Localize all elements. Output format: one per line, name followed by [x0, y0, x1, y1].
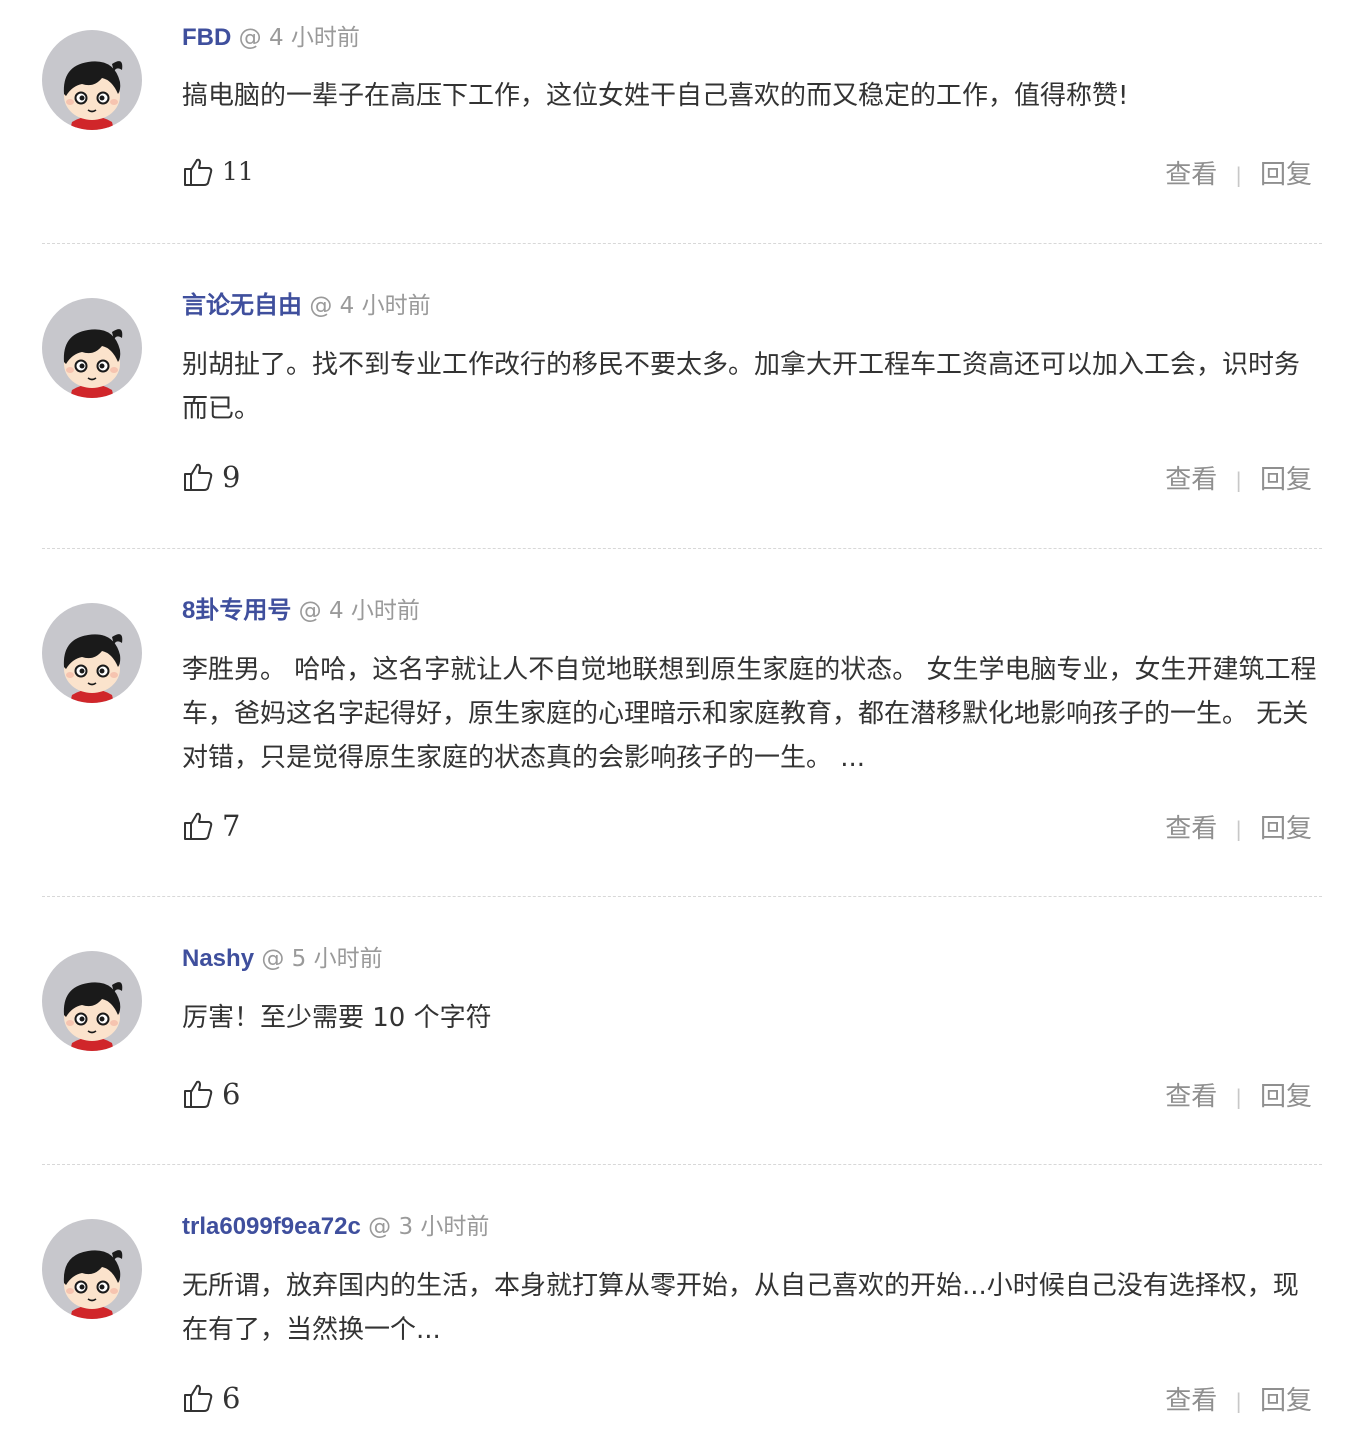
link-separator: |	[1235, 817, 1242, 841]
comment-timestamp: 3 小时前	[398, 1214, 490, 1240]
user-avatar[interactable]	[42, 298, 142, 398]
comment-timestamp: 4 小时前	[328, 598, 420, 624]
view-link[interactable]: 查看	[1165, 459, 1217, 496]
like-count: 9	[222, 460, 241, 494]
comment-meta: trla6099f9ea72c @ 3 小时前	[182, 1212, 1322, 1242]
default-cartoon-avatar-icon	[63, 329, 123, 398]
thumbs-up-icon	[184, 463, 213, 491]
comment-meta: 言论无自由 @ 4 小时前	[182, 291, 1322, 321]
comment-text: 李胜男。 哈哈，这名字就让人不自觉地联想到原生家庭的状态。 女生学电脑专业，女生…	[182, 655, 1317, 773]
comment-text: 搞电脑的一辈子在高压下工作，这位女姓干自己喜欢的而又稳定的工作，值得称赞!	[182, 81, 1129, 111]
like-count: 6	[222, 1381, 241, 1415]
thumbs-up-icon	[184, 1080, 213, 1108]
user-avatar[interactable]	[42, 1219, 142, 1319]
at-symbol: @	[238, 25, 262, 51]
reply-link[interactable]: 回复	[1260, 1380, 1312, 1417]
link-separator: |	[1235, 468, 1242, 492]
comment-item: Nashy @ 5 小时前 厉害！至少需要 10 个字符 6 查看 | 回复	[42, 897, 1322, 1165]
thumbs-up-icon	[184, 812, 213, 840]
comment-username[interactable]: Nashy	[182, 945, 254, 972]
view-link[interactable]: 查看	[1165, 808, 1217, 845]
at-symbol: @	[368, 1214, 392, 1240]
reply-link[interactable]: 回复	[1260, 459, 1312, 496]
link-separator: |	[1235, 1389, 1242, 1413]
comment-item: 言论无自由 @ 4 小时前 别胡扯了。找不到专业工作改行的移民不要太多。加拿大开…	[42, 244, 1322, 549]
view-link[interactable]: 查看	[1165, 1380, 1217, 1417]
comment-links: 查看 | 回复	[1165, 1378, 1312, 1418]
like-button[interactable]: 9	[182, 457, 240, 497]
reply-link[interactable]: 回复	[1260, 808, 1312, 845]
comment-text: 厉害！至少需要 10 个字符	[182, 1003, 492, 1033]
comment-username[interactable]: trla6099f9ea72c	[182, 1213, 361, 1240]
comment-item: trla6099f9ea72c @ 3 小时前 无所谓，放弃国内的生活，本身就打…	[42, 1165, 1322, 1430]
comment-actions: 6 查看 | 回复	[182, 1378, 1322, 1418]
comment-actions: 7 查看 | 回复	[182, 806, 1322, 846]
comment-body: 8卦专用号 @ 4 小时前 李胜男。 哈哈，这名字就让人不自觉地联想到原生家庭的…	[182, 596, 1322, 780]
comment-actions: 11 查看 | 回复	[182, 152, 1322, 192]
comment-timestamp: 5 小时前	[291, 946, 383, 972]
like-count: 6	[222, 1077, 241, 1111]
like-button[interactable]: 7	[182, 806, 240, 846]
comment-meta: Nashy @ 5 小时前	[182, 944, 1322, 974]
like-button[interactable]: 6	[182, 1378, 240, 1418]
thumbs-up-icon	[184, 1384, 213, 1412]
view-link[interactable]: 查看	[1165, 154, 1217, 191]
default-cartoon-avatar-icon	[63, 634, 123, 703]
comment-text: 无所谓，放弃国内的生活，本身就打算从零开始，从自己喜欢的开始...小时候自己没有…	[182, 1271, 1299, 1345]
comment-actions: 9 查看 | 回复	[182, 457, 1322, 497]
like-count: 7	[222, 809, 241, 843]
reply-link[interactable]: 回复	[1260, 154, 1312, 191]
comment-links: 查看 | 回复	[1165, 457, 1312, 497]
comment-timestamp: 4 小时前	[339, 293, 431, 319]
view-link[interactable]: 查看	[1165, 1076, 1217, 1113]
user-avatar[interactable]	[42, 951, 142, 1051]
link-separator: |	[1235, 163, 1242, 187]
comment-body: FBD @ 4 小时前 搞电脑的一辈子在高压下工作，这位女姓干自己喜欢的而又稳定…	[182, 23, 1322, 118]
comment-actions: 6 查看 | 回复	[182, 1074, 1322, 1114]
comment-item: 8卦专用号 @ 4 小时前 李胜男。 哈哈，这名字就让人不自觉地联想到原生家庭的…	[42, 549, 1322, 897]
default-cartoon-avatar-icon	[63, 61, 123, 130]
comment-links: 查看 | 回复	[1165, 1074, 1312, 1114]
comment-username[interactable]: 言论无自由	[182, 292, 302, 319]
comment-list: FBD @ 4 小时前 搞电脑的一辈子在高压下工作，这位女姓干自己喜欢的而又稳定…	[0, 0, 1354, 1430]
like-button[interactable]: 6	[182, 1074, 240, 1114]
comment-links: 查看 | 回复	[1165, 806, 1312, 846]
comment-body: Nashy @ 5 小时前 厉害！至少需要 10 个字符	[182, 944, 1322, 1040]
link-separator: |	[1235, 1085, 1242, 1109]
comment-username[interactable]: FBD	[182, 24, 231, 51]
comment-body: 言论无自由 @ 4 小时前 别胡扯了。找不到专业工作改行的移民不要太多。加拿大开…	[182, 291, 1322, 431]
at-symbol: @	[298, 598, 322, 624]
thumbs-up-icon	[184, 158, 213, 186]
comment-username[interactable]: 8卦专用号	[182, 597, 291, 624]
comment-body: trla6099f9ea72c @ 3 小时前 无所谓，放弃国内的生活，本身就打…	[182, 1212, 1322, 1352]
comment-meta: FBD @ 4 小时前	[182, 23, 1322, 53]
like-button[interactable]: 11	[182, 152, 254, 192]
comment-item: FBD @ 4 小时前 搞电脑的一辈子在高压下工作，这位女姓干自己喜欢的而又稳定…	[42, 0, 1322, 244]
at-symbol: @	[309, 293, 333, 319]
comment-text: 别胡扯了。找不到专业工作改行的移民不要太多。加拿大开工程车工资高还可以加入工会，…	[182, 350, 1301, 424]
reply-link[interactable]: 回复	[1260, 1076, 1312, 1113]
user-avatar[interactable]	[42, 603, 142, 703]
at-symbol: @	[261, 946, 285, 972]
like-count: 11	[222, 157, 254, 186]
default-cartoon-avatar-icon	[63, 982, 123, 1051]
user-avatar[interactable]	[42, 30, 142, 130]
comment-timestamp: 4 小时前	[268, 25, 360, 51]
default-cartoon-avatar-icon	[63, 1250, 123, 1319]
comment-meta: 8卦专用号 @ 4 小时前	[182, 596, 1322, 626]
comment-links: 查看 | 回复	[1165, 152, 1312, 192]
